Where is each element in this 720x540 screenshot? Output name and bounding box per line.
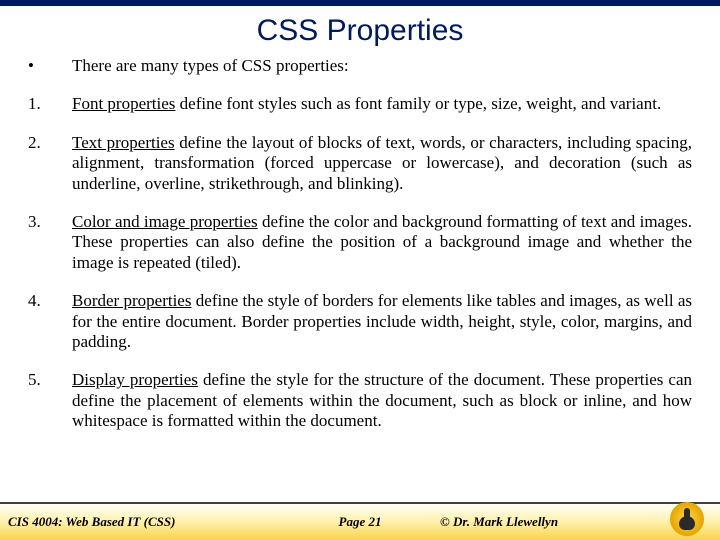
- footer-author: © Dr. Mark Llewellyn: [440, 514, 558, 530]
- item-body: Border properties define the style of bo…: [72, 291, 692, 352]
- slide: CSS Properties • There are many types of…: [0, 0, 720, 540]
- list-item: 3. Color and image properties define the…: [28, 212, 692, 273]
- item-body: Font properties define font styles such …: [72, 94, 692, 114]
- item-lead: Color and image properties: [72, 212, 258, 231]
- item-rest: define font styles such as font family o…: [175, 94, 661, 113]
- item-body: Display properties define the style for …: [72, 370, 692, 431]
- item-number: 5.: [28, 370, 72, 390]
- item-number: 1.: [28, 94, 72, 114]
- footer: CIS 4004: Web Based IT (CSS) Page 21 © D…: [0, 502, 720, 540]
- intro-text: There are many types of CSS properties:: [72, 56, 692, 76]
- bullet-marker: •: [28, 56, 72, 76]
- item-number: 2.: [28, 133, 72, 153]
- footer-page: Page 21: [0, 514, 720, 530]
- item-lead: Display properties: [72, 370, 198, 389]
- item-lead: Border properties: [72, 291, 191, 310]
- list-item: 4. Border properties define the style of…: [28, 291, 692, 352]
- ucf-logo-icon: [670, 502, 704, 536]
- slide-content: • There are many types of CSS properties…: [28, 56, 692, 449]
- item-body: Text properties define the layout of blo…: [72, 133, 692, 194]
- item-lead: Text properties: [72, 133, 175, 152]
- item-lead: Font properties: [72, 94, 175, 113]
- intro-row: • There are many types of CSS properties…: [28, 56, 692, 76]
- item-body: Color and image properties define the co…: [72, 212, 692, 273]
- top-accent-bar: [0, 0, 720, 6]
- slide-title: CSS Properties: [0, 14, 720, 48]
- item-number: 4.: [28, 291, 72, 311]
- list-item: 5. Display properties define the style f…: [28, 370, 692, 431]
- list-item: 2. Text properties define the layout of …: [28, 133, 692, 194]
- list-item: 1. Font properties define font styles su…: [28, 94, 692, 114]
- item-number: 3.: [28, 212, 72, 232]
